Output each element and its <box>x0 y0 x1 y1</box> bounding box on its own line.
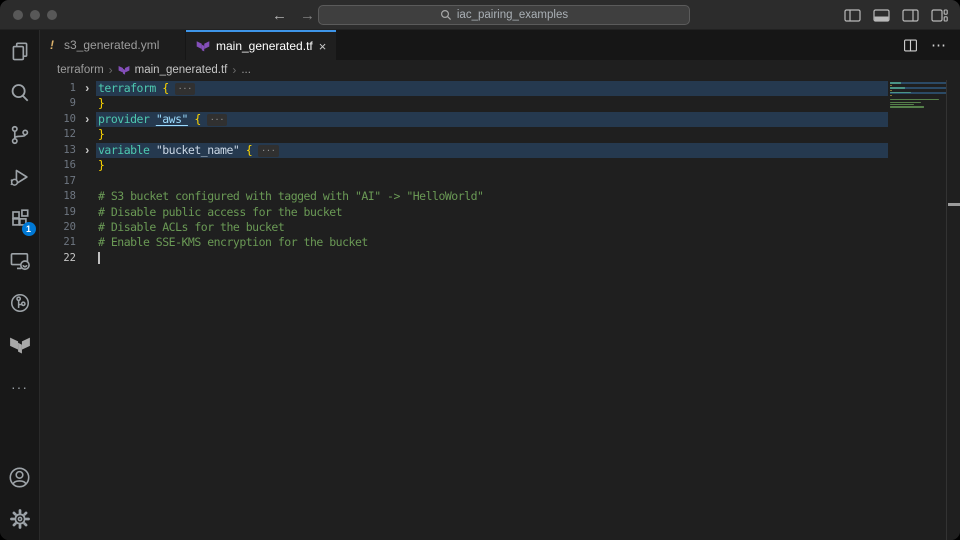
tab-main-generated-tf[interactable]: main_generated.tf × <box>186 30 336 60</box>
chevron-right-icon: › <box>232 63 236 77</box>
tab-s3-generated-yml[interactable]: ! s3_generated.yml <box>40 30 186 60</box>
terraform-view-icon[interactable] <box>0 324 40 366</box>
chevron-right-icon: › <box>109 63 113 77</box>
code-line[interactable]: 17 <box>40 174 960 189</box>
tab-label: s3_generated.yml <box>64 38 159 52</box>
remote-explorer-icon[interactable] <box>0 240 40 282</box>
fold-gutter <box>76 127 98 142</box>
fold-gutter <box>76 174 98 189</box>
run-and-debug-icon[interactable] <box>0 156 40 198</box>
folded-region-placeholder[interactable]: ··· <box>207 114 227 126</box>
fold-gutter <box>76 205 98 220</box>
code-line[interactable]: 22 <box>40 251 960 266</box>
folded-region-placeholder[interactable]: ··· <box>175 83 195 95</box>
overview-ruler-mark <box>948 203 960 206</box>
vscode-window: ← → iac_pairing_examples <box>0 0 960 540</box>
title-bar: ← → iac_pairing_examples <box>0 0 960 30</box>
code-editor[interactable]: 1›terraform {···9}10›provider "aws" {···… <box>40 80 960 540</box>
fold-gutter <box>76 220 98 235</box>
fold-chevron-icon[interactable]: › <box>76 112 98 127</box>
zoom-window-button[interactable] <box>47 10 57 20</box>
source-control-icon[interactable] <box>0 114 40 156</box>
code-line[interactable]: 1›terraform {··· <box>40 81 960 96</box>
terraform-file-icon <box>118 64 130 76</box>
fold-gutter <box>76 235 98 250</box>
search-icon <box>440 9 452 21</box>
gitlens-icon[interactable] <box>0 282 40 324</box>
minimize-window-button[interactable] <box>30 10 40 20</box>
activity-bar: 1 ··· <box>0 30 40 540</box>
code-line[interactable]: 16} <box>40 158 960 173</box>
code-line[interactable]: 19# Disable public access for the bucket <box>40 205 960 220</box>
additional-views-icon[interactable]: ··· <box>0 366 40 408</box>
tab-label: main_generated.tf <box>216 39 313 53</box>
code-lines[interactable]: 1›terraform {···9}10›provider "aws" {···… <box>40 81 960 266</box>
fold-chevron-icon[interactable]: › <box>76 143 98 158</box>
explorer-icon[interactable] <box>0 30 40 72</box>
fold-gutter <box>76 96 98 111</box>
folded-region-placeholder[interactable]: ··· <box>258 145 278 157</box>
tab-bar: ! s3_generated.yml main_generated.tf × ⋯ <box>40 30 960 60</box>
fold-gutter <box>76 189 98 204</box>
editor-group: ! s3_generated.yml main_generated.tf × ⋯ <box>40 30 960 540</box>
fold-gutter <box>76 251 98 266</box>
code-line[interactable]: 20# Disable ACLs for the bucket <box>40 220 960 235</box>
traffic-lights <box>13 10 57 20</box>
minimap-border <box>946 80 947 540</box>
fold-gutter <box>76 158 98 173</box>
code-line[interactable]: 10›provider "aws" {··· <box>40 112 960 127</box>
extensions-badge: 1 <box>22 222 36 236</box>
text-cursor <box>98 252 100 264</box>
editor-more-actions-icon[interactable]: ⋯ <box>931 36 947 54</box>
toggle-primary-sidebar-icon[interactable] <box>841 4 863 26</box>
minimap[interactable] <box>890 82 946 111</box>
command-center-search[interactable]: iac_pairing_examples <box>318 5 690 25</box>
split-editor-icon[interactable] <box>903 38 918 53</box>
breadcrumb-symbol[interactable]: ... <box>241 64 251 76</box>
back-arrow-icon[interactable]: ← <box>272 7 287 24</box>
search-view-icon[interactable] <box>0 72 40 114</box>
code-line[interactable]: 12} <box>40 127 960 142</box>
code-line[interactable]: 18# S3 bucket configured with tagged wit… <box>40 189 960 204</box>
close-tab-icon[interactable]: × <box>319 40 327 53</box>
customize-layout-icon[interactable] <box>928 4 950 26</box>
extensions-icon[interactable]: 1 <box>0 198 40 240</box>
toggle-secondary-sidebar-icon[interactable] <box>899 4 921 26</box>
forward-arrow-icon[interactable]: → <box>300 7 315 24</box>
command-center-text: iac_pairing_examples <box>457 9 568 21</box>
code-line[interactable]: 9} <box>40 96 960 111</box>
yaml-warning-icon: ! <box>50 38 58 52</box>
close-window-button[interactable] <box>13 10 23 20</box>
breadcrumb-file[interactable]: main_generated.tf <box>135 64 228 76</box>
code-line[interactable]: 13›variable "bucket_name" {··· <box>40 143 960 158</box>
breadcrumb: terraform › main_generated.tf › ... <box>40 60 960 80</box>
fold-chevron-icon[interactable]: › <box>76 81 98 96</box>
accounts-icon[interactable] <box>0 456 40 498</box>
breadcrumb-folder[interactable]: terraform <box>57 64 104 76</box>
terraform-file-icon <box>196 39 210 53</box>
code-line[interactable]: 21# Enable SSE-KMS encryption for the bu… <box>40 235 960 250</box>
settings-gear-icon[interactable] <box>0 498 40 540</box>
toggle-panel-icon[interactable] <box>870 4 892 26</box>
